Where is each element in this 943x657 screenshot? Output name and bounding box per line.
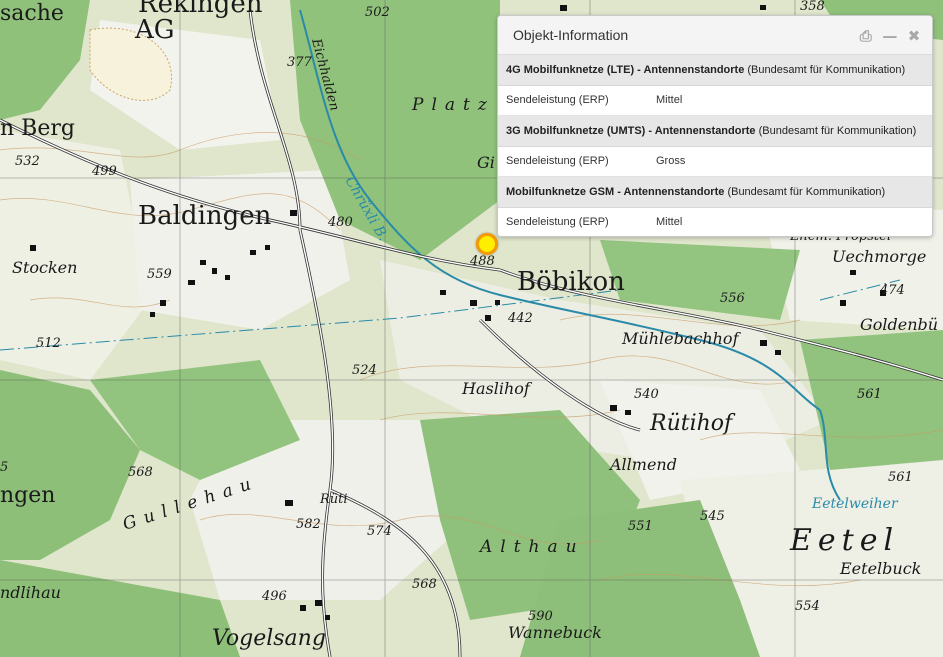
height-label: 561: [888, 470, 913, 485]
label-wannebuck: Wannebuck: [508, 623, 602, 642]
layer-header-gsm: Mobilfunknetze GSM - Antennenstandorte (…: [498, 177, 932, 208]
attribute-key: Sendeleistung (ERP): [506, 216, 609, 228]
label-gi: Gi: [477, 153, 495, 172]
height-label: 568: [128, 465, 153, 480]
label-rutihof: Rütihof: [649, 411, 736, 436]
layer-name: 3G Mobilfunknetze (UMTS) - Antennenstand…: [506, 125, 756, 137]
height-label: 377: [287, 55, 313, 70]
height-label: 524: [352, 363, 377, 378]
print-icon[interactable]: ⎙: [858, 28, 874, 44]
label-ruti: Rüti: [319, 492, 348, 507]
height-label: 488: [469, 254, 495, 269]
label-stocken: Stocken: [12, 258, 77, 277]
label-uechmorge: Uechmorge: [832, 247, 926, 266]
label-platz: Platz: [411, 95, 495, 115]
height-label: 474: [879, 283, 905, 298]
height-label: 499: [91, 164, 117, 179]
label-sache: sache: [0, 1, 64, 26]
attribute-value: Mittel: [656, 94, 683, 106]
panel-header: Objekt-Information ⎙ — ✖: [498, 16, 932, 55]
height-label: 559: [147, 267, 172, 282]
attribute-value: Gross: [656, 155, 686, 167]
label-ngen: ngen: [0, 483, 55, 508]
height-label: 582: [296, 517, 321, 532]
layer-header-umts: 3G Mobilfunknetze (UMTS) - Antennenstand…: [498, 116, 932, 147]
layer-name: Mobilfunknetze GSM - Antennenstandorte: [506, 186, 725, 198]
height-label: 480: [327, 215, 353, 230]
height-label: 556: [720, 291, 745, 306]
layer-source: (Bundesamt für Kommunikation): [758, 125, 917, 137]
height-label: 532: [15, 154, 40, 169]
attribute-row: Sendeleistung (ERP) Mittel: [498, 208, 932, 236]
attribute-key: Sendeleistung (ERP): [506, 155, 609, 167]
attribute-value: Mittel: [656, 216, 683, 228]
panel-title: Objekt-Information: [513, 27, 629, 43]
height-label: 590: [528, 609, 553, 624]
label-eetel: Eetel: [789, 523, 899, 558]
height-label: 561: [857, 387, 882, 402]
label-n-berg: n Berg: [0, 116, 75, 141]
height-label: 568: [412, 577, 437, 592]
attribute-row: Sendeleistung (ERP) Mittel: [498, 86, 932, 116]
height-label: 545: [700, 509, 725, 524]
location-marker[interactable]: [476, 233, 498, 255]
height-label: 442: [507, 311, 533, 326]
label-ndlihau: ndlihau: [0, 583, 61, 602]
label-althau: Althau: [478, 537, 585, 557]
label-baldingen: Baldingen: [138, 201, 272, 231]
label-goldenbu: Goldenbü: [860, 315, 938, 334]
minimize-icon[interactable]: —: [882, 28, 898, 44]
layer-header-lte: 4G Mobilfunknetze (LTE) - Antennenstando…: [498, 55, 932, 86]
layer-name: 4G Mobilfunknetze (LTE) - Antennenstando…: [506, 64, 745, 76]
object-info-panel: Objekt-Information ⎙ — ✖ 4G Mobilfunknet…: [497, 15, 933, 237]
label-eetelbuck: Eetelbuck: [839, 559, 921, 578]
height-label: 358: [800, 0, 825, 14]
attribute-key: Sendeleistung (ERP): [506, 94, 609, 106]
height-label: 502: [365, 5, 390, 20]
label-bobikon: Böbikon: [517, 267, 625, 297]
label-haslihof: Haslihof: [461, 379, 533, 398]
height-label: 574: [367, 524, 392, 539]
height-label: 540: [634, 387, 659, 402]
attribute-row: Sendeleistung (ERP) Gross: [498, 147, 932, 177]
layer-source: (Bundesamt für Kommunikation): [727, 186, 886, 198]
label-vogelsang: Vogelsang: [212, 626, 326, 651]
panel-toolbar: ⎙ — ✖: [855, 26, 922, 45]
label-muhlebachhof: Mühlebachhof: [621, 329, 742, 348]
height-label: 512: [36, 336, 61, 351]
layer-source: (Bundesamt für Kommunikation): [747, 64, 906, 76]
label-ag: AG: [134, 15, 175, 45]
close-icon[interactable]: ✖: [906, 28, 922, 44]
height-label: 496: [261, 589, 287, 604]
label-eetelweiher: Eetelweiher: [811, 496, 899, 512]
label-allmend: Allmend: [608, 455, 677, 474]
height-label: 5: [0, 460, 8, 475]
height-label: 554: [795, 599, 820, 614]
height-label: 551: [628, 519, 653, 534]
